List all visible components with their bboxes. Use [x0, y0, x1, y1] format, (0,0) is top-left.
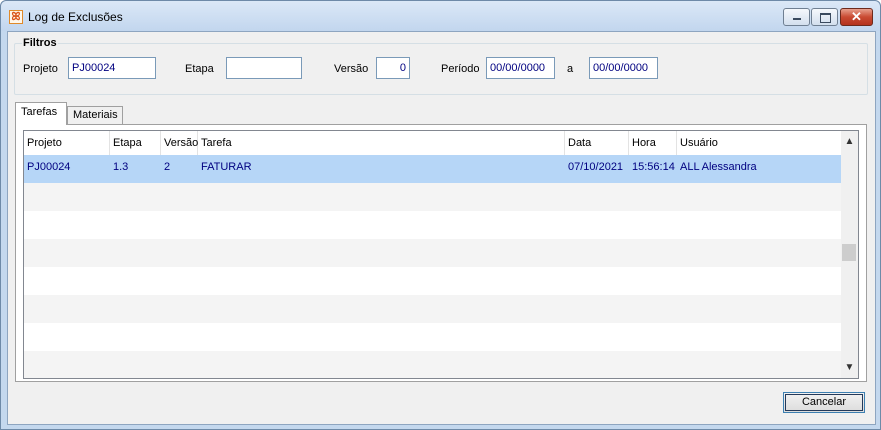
cell-versao: 2: [164, 161, 171, 173]
periodo-end-field[interactable]: 00/00/0000: [589, 57, 658, 79]
column-header-tarefa[interactable]: Tarefa: [198, 131, 565, 155]
projeto-label: Projeto: [23, 63, 58, 75]
column-header-etapa[interactable]: Etapa: [110, 131, 161, 155]
versao-field[interactable]: 0: [376, 57, 410, 79]
empty-row[interactable]: [24, 183, 844, 211]
window-title: Log de Exclusões: [28, 10, 123, 24]
maximize-icon: [820, 13, 831, 23]
cell-etapa: 1.3: [113, 161, 129, 173]
scroll-down-icon[interactable]: ▼: [841, 359, 858, 376]
title-bar[interactable]: ꕤ Log de Exclusões ✕: [1, 1, 880, 31]
column-header-data[interactable]: Data: [565, 131, 629, 155]
projeto-field[interactable]: PJ00024: [68, 57, 156, 79]
filters-title: Filtros: [22, 37, 58, 49]
scroll-thumb[interactable]: [842, 244, 856, 261]
cell-usuario: ALL Alessandra: [680, 161, 757, 173]
empty-row[interactable]: [24, 351, 844, 378]
etapa-field[interactable]: [226, 57, 302, 79]
versao-label: Versão: [334, 63, 369, 75]
empty-row[interactable]: [24, 239, 844, 267]
window-client-area: Filtros Projeto PJ00024 Etapa Versão 0 P…: [7, 31, 876, 425]
minimize-button[interactable]: [783, 8, 810, 26]
etapa-label: Etapa: [185, 63, 214, 75]
tarefas-panel: Projeto Etapa Versão Tarefa Data Hora Us…: [15, 124, 867, 382]
column-header-usuario[interactable]: Usuário: [677, 131, 844, 155]
periodo-start-field[interactable]: 00/00/0000: [486, 57, 555, 79]
tab-tarefas[interactable]: Tarefas: [15, 102, 67, 125]
log-exclusoes-window: ꕤ Log de Exclusões ✕ Filtros Projeto PJ0…: [0, 0, 881, 430]
cell-projeto: PJ00024: [27, 161, 71, 173]
grid-header: Projeto Etapa Versão Tarefa Data Hora Us…: [24, 131, 844, 156]
empty-row[interactable]: [24, 267, 844, 295]
cell-hora: 15:56:14: [632, 161, 675, 173]
close-button[interactable]: ✕: [840, 8, 873, 26]
empty-row[interactable]: [24, 211, 844, 239]
column-header-hora[interactable]: Hora: [629, 131, 677, 155]
table-row[interactable]: PJ00024 1.3 2 FATURAR 07/10/2021 15:56:1…: [24, 155, 844, 183]
vertical-scrollbar[interactable]: ▲ ▼: [841, 131, 858, 378]
empty-row[interactable]: [24, 323, 844, 351]
column-header-versao[interactable]: Versão: [161, 131, 198, 155]
cell-tarefa: FATURAR: [201, 161, 252, 173]
close-icon: ✕: [851, 9, 862, 24]
cancel-button[interactable]: Cancelar: [783, 392, 865, 413]
tab-materiais[interactable]: Materiais: [67, 106, 123, 125]
app-icon: ꕤ: [9, 10, 23, 24]
periodo-label: Período: [441, 63, 480, 75]
periodo-separator: a: [567, 63, 574, 75]
maximize-button[interactable]: [811, 8, 838, 26]
scroll-up-icon[interactable]: ▲: [841, 133, 858, 150]
cell-data: 07/10/2021: [568, 161, 624, 173]
minimize-icon: [793, 18, 801, 20]
exclusions-grid: Projeto Etapa Versão Tarefa Data Hora Us…: [23, 130, 859, 379]
empty-row[interactable]: [24, 295, 844, 323]
column-header-projeto[interactable]: Projeto: [24, 131, 110, 155]
